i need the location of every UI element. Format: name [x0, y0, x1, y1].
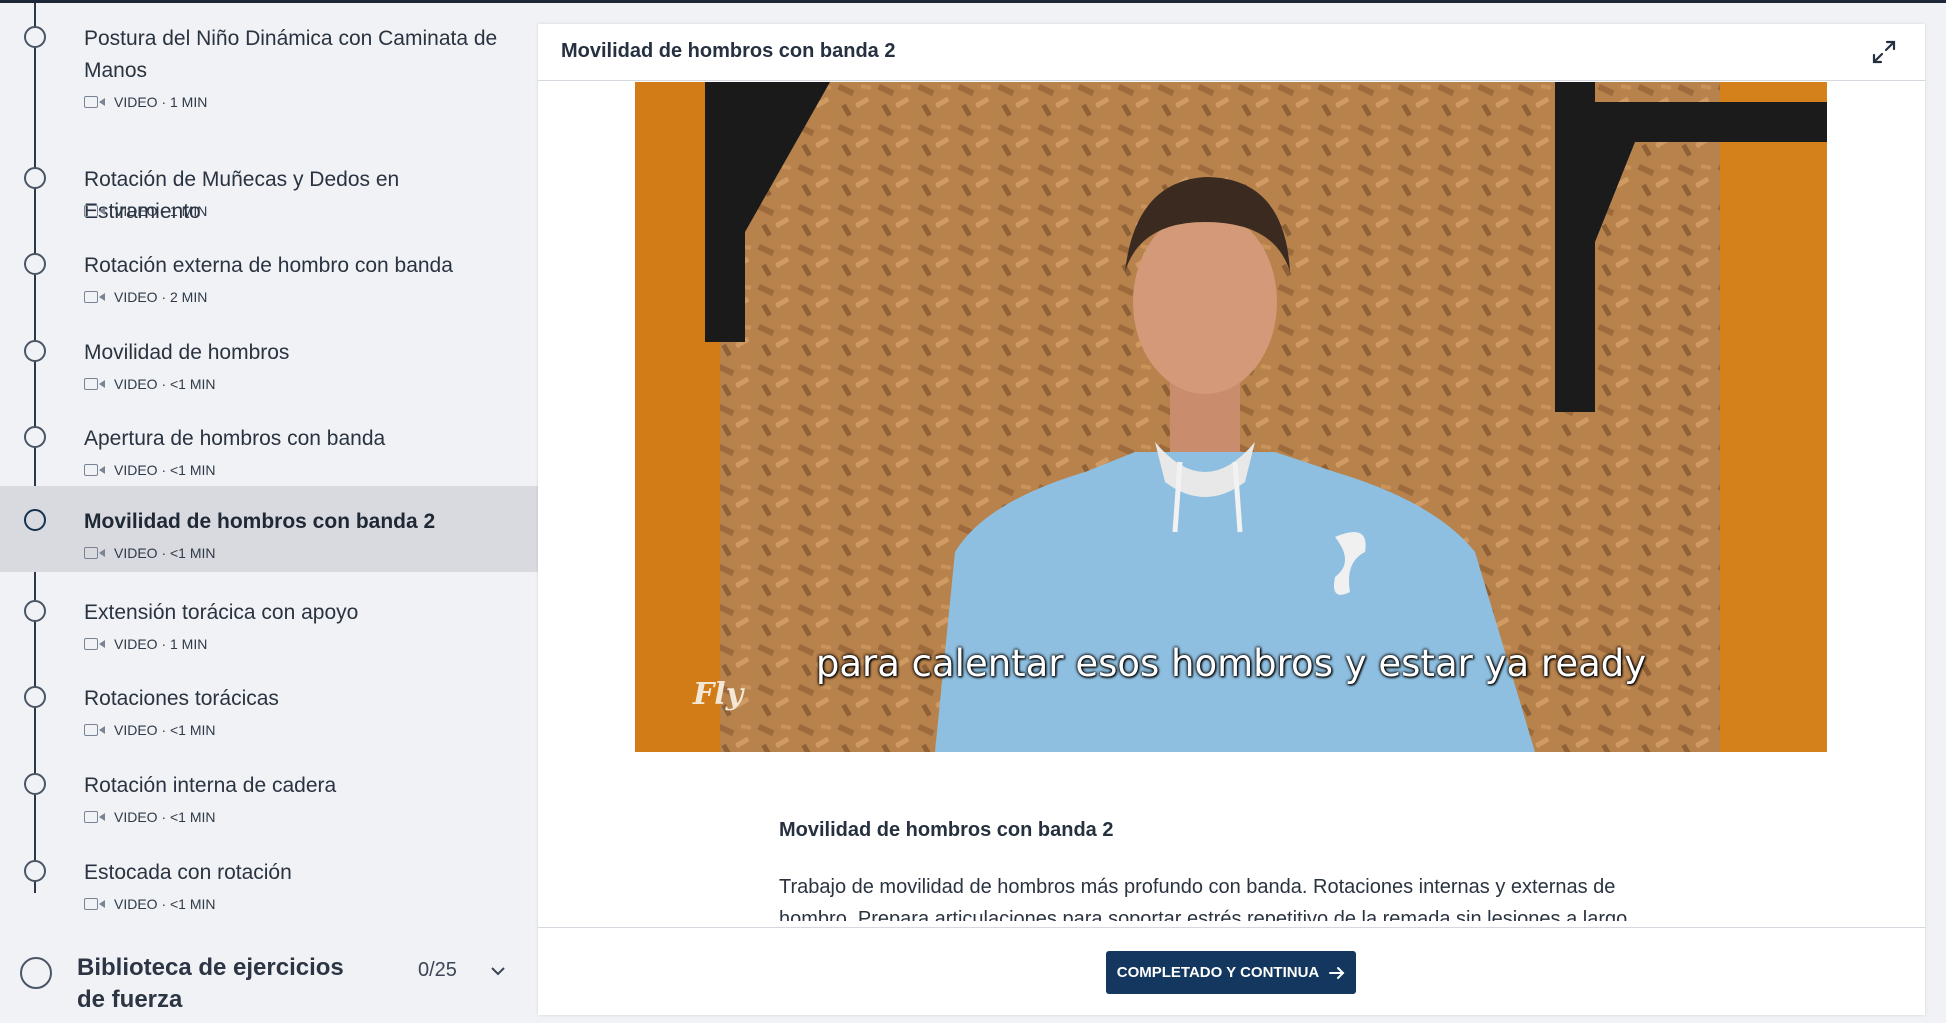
expand-icon[interactable] — [1871, 39, 1897, 65]
lesson-item[interactable]: Estocada con rotación VIDEO · <1 MIN — [0, 837, 538, 923]
lesson-title: Estocada con rotación — [84, 861, 292, 884]
lesson-item[interactable]: Apertura de hombros con banda VIDEO · <1… — [0, 403, 538, 489]
chevron-down-icon[interactable] — [490, 963, 506, 979]
panel-footer: COMPLETADO Y CONTINUA — [538, 927, 1925, 1015]
page-title: Movilidad de hombros con banda 2 — [561, 40, 896, 62]
section-header[interactable]: Biblioteca de ejercicios de fuerza 0/25 — [0, 940, 538, 1023]
lesson-item[interactable]: Rotación de Muñecas y Dedos en Estiramie… — [0, 144, 538, 230]
lesson-status-circle — [24, 860, 46, 882]
complete-button-label: COMPLETADO Y CONTINUA — [1116, 964, 1320, 981]
lesson-status-circle — [24, 167, 46, 189]
lesson-meta: VIDEO · <1 MIN — [84, 808, 216, 826]
description-text: Trabajo de movilidad de hombros más prof… — [779, 876, 1628, 921]
lesson-item[interactable]: Rotaciones torácicas VIDEO · <1 MIN — [0, 663, 538, 749]
lesson-status-circle — [24, 686, 46, 708]
section-status-circle — [20, 957, 52, 989]
lesson-meta: VIDEO · <1 MIN — [84, 721, 216, 739]
lesson-title: Apertura de hombros con banda — [84, 427, 386, 450]
lesson-meta-label: VIDEO · <1 MIN — [114, 896, 216, 912]
lesson-status-circle — [24, 509, 46, 531]
lesson-status-circle — [24, 600, 46, 622]
lesson-title: Extensión torácica con apoyo — [84, 601, 359, 624]
lesson-meta-label: VIDEO · 1 MIN — [114, 94, 208, 110]
video-subtitle: para calentar esos hombros y estar ya re… — [815, 642, 1647, 685]
video-icon — [84, 811, 106, 823]
lesson-meta: VIDEO · 1 MIN — [84, 93, 207, 111]
lesson-meta-label: VIDEO · 1 MIN — [114, 203, 208, 219]
lesson-title: Movilidad de hombros — [84, 341, 290, 364]
lesson-meta-label: VIDEO · 2 MIN — [114, 289, 208, 305]
lesson-meta-label: VIDEO · <1 MIN — [114, 462, 216, 478]
lesson-status-circle — [24, 253, 46, 275]
lesson-meta-label: VIDEO · <1 MIN — [114, 376, 216, 392]
lesson-meta: VIDEO · <1 MIN — [84, 544, 216, 562]
lesson-title: Movilidad de hombros con banda 2 — [84, 510, 436, 533]
lesson-meta: VIDEO · 1 MIN — [84, 635, 207, 653]
lesson-meta: VIDEO · <1 MIN — [84, 375, 216, 393]
panel-header: Movilidad de hombros con banda 2 — [538, 24, 1925, 81]
lesson-status-circle — [24, 340, 46, 362]
video-watermark-logo: Fly — [693, 677, 744, 712]
video-icon — [84, 547, 106, 559]
lesson-meta: VIDEO · 1 MIN — [84, 202, 207, 220]
lesson-meta: VIDEO · <1 MIN — [84, 895, 216, 913]
lesson-meta-label: VIDEO · <1 MIN — [114, 809, 216, 825]
section-progress-count: 0/25 — [418, 959, 457, 981]
lesson-title: Rotación interna de cadera — [84, 774, 337, 797]
video-icon — [84, 464, 106, 476]
section-title: Biblioteca de ejercicios de fuerza — [77, 954, 344, 1013]
lesson-meta: VIDEO · 2 MIN — [84, 288, 207, 306]
lesson-status-circle — [24, 426, 46, 448]
lesson-title: Rotación externa de hombro con banda — [84, 254, 453, 277]
video-player[interactable]: para calentar esos hombros y estar ya re… — [635, 82, 1827, 752]
lesson-status-circle — [24, 26, 46, 48]
lesson-meta-label: VIDEO · <1 MIN — [114, 722, 216, 738]
lesson-status-circle — [24, 773, 46, 795]
video-icon — [84, 724, 106, 736]
lesson-item[interactable]: Rotación externa de hombro con banda VID… — [0, 230, 538, 316]
lesson-title: Postura del Niño Dinámica con Caminata d… — [84, 27, 498, 82]
description-title: Movilidad de hombros con banda 2 — [779, 819, 1114, 841]
complete-and-continue-button[interactable]: COMPLETADO Y CONTINUA — [1106, 951, 1356, 994]
video-icon — [84, 96, 106, 108]
arrow-right-icon — [1329, 966, 1345, 979]
lesson-item[interactable]: Rotación interna de cadera VIDEO · <1 MI… — [0, 750, 538, 836]
course-sidebar: Postura del Niño Dinámica con Caminata d… — [0, 3, 538, 1023]
lesson-item[interactable]: Postura del Niño Dinámica con Caminata d… — [0, 3, 538, 121]
video-icon — [84, 291, 106, 303]
video-icon — [84, 638, 106, 650]
lesson-meta-label: VIDEO · <1 MIN — [114, 545, 216, 561]
video-icon — [84, 205, 106, 217]
lesson-item[interactable]: Extensión torácica con apoyo VIDEO · 1 M… — [0, 577, 538, 663]
video-icon — [84, 898, 106, 910]
lesson-panel: Movilidad de hombros con banda 2 para ca… — [538, 24, 1925, 1015]
lesson-meta: VIDEO · <1 MIN — [84, 461, 216, 479]
lesson-item-active[interactable]: Movilidad de hombros con banda 2 VIDEO ·… — [0, 486, 538, 572]
video-icon — [84, 378, 106, 390]
lesson-item[interactable]: Movilidad de hombros VIDEO · <1 MIN — [0, 317, 538, 403]
lesson-title: Rotaciones torácicas — [84, 687, 279, 710]
lesson-meta-label: VIDEO · 1 MIN — [114, 636, 208, 652]
